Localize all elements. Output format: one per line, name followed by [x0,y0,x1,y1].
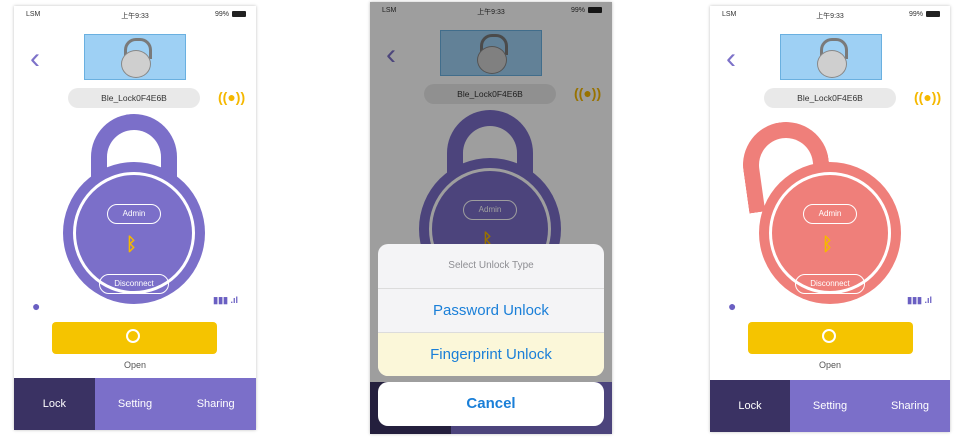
unlock-type-action-sheet: Select Unlock Type Password Unlock Finge… [378,244,604,376]
open-button[interactable] [748,322,913,354]
back-chevron-icon[interactable]: ‹ [30,44,40,74]
open-label: Open [123,360,147,370]
phone-locked: LSM 上午9:33 99% ‹ Ble_Lock0F4E6B ((●)) Ad… [14,6,256,430]
tab-bar: Lock Setting Sharing [710,380,950,432]
lock-graphic[interactable]: Admin ᛒ Disconnect [737,114,903,314]
bluetooth-icon: ᛒ [126,234,137,254]
phone-unlock-dialog: LSM 上午9:33 99% ‹ Ble_Lock0F4E6B ((●)) Ad… [370,2,612,434]
battery-status: 99% [909,11,940,18]
chat-icon[interactable]: ● [728,298,736,314]
status-bar: LSM 上午9:33 99% [14,6,256,24]
disconnect-button[interactable]: Disconnect [99,274,169,294]
battery-signal-indicator: ▮▮▮ .ıl [907,295,932,305]
chat-icon[interactable]: ● [32,298,40,314]
tab-setting[interactable]: Setting [95,378,176,430]
device-name: Ble_Lock0F4E6B [68,88,200,108]
clock: 上午9:33 [121,13,149,20]
tab-lock[interactable]: Lock [710,380,790,432]
clock: 上午9:33 [816,13,844,20]
device-name: Ble_Lock0F4E6B [764,88,896,108]
battery-icon [232,11,246,18]
open-circle-icon [126,329,140,343]
open-circle-icon [822,329,836,343]
signal-wave-icon[interactable]: ((●)) [914,89,941,105]
tab-sharing[interactable]: Sharing [175,378,256,430]
phone-unlocked: LSM 上午9:33 99% ‹ Ble_Lock0F4E6B ((●)) Ad… [710,6,950,432]
open-button[interactable] [52,322,217,354]
back-chevron-icon[interactable]: ‹ [726,44,736,74]
open-label: Open [818,360,842,370]
password-unlock-option[interactable]: Password Unlock [378,289,604,333]
bluetooth-icon: ᛒ [822,234,833,254]
padlock-image-icon [780,34,882,80]
battery-signal-indicator: ▮▮▮ .ıl [213,295,238,305]
tab-setting[interactable]: Setting [790,380,870,432]
tab-sharing[interactable]: Sharing [870,380,950,432]
battery-status: 99% [215,11,246,18]
carrier: LSM [722,11,737,18]
lock-body: Admin ᛒ Disconnect [63,162,205,304]
fingerprint-unlock-option[interactable]: Fingerprint Unlock [378,333,604,376]
status-bar: LSM 上午9:33 99% [710,6,950,24]
cancel-button[interactable]: Cancel [378,382,604,426]
carrier: LSM [26,11,41,18]
disconnect-button[interactable]: Disconnect [795,274,865,294]
admin-badge[interactable]: Admin [803,204,857,224]
action-sheet-title: Select Unlock Type [378,244,604,289]
signal-wave-icon[interactable]: ((●)) [218,89,245,105]
admin-badge[interactable]: Admin [107,204,161,224]
lock-graphic[interactable]: Admin ᛒ Disconnect [61,114,207,314]
tab-bar: Lock Setting Sharing [14,378,256,430]
tab-lock[interactable]: Lock [14,378,95,430]
battery-icon [926,11,940,18]
padlock-image-icon [84,34,186,80]
lock-body: Admin ᛒ Disconnect [759,162,901,304]
